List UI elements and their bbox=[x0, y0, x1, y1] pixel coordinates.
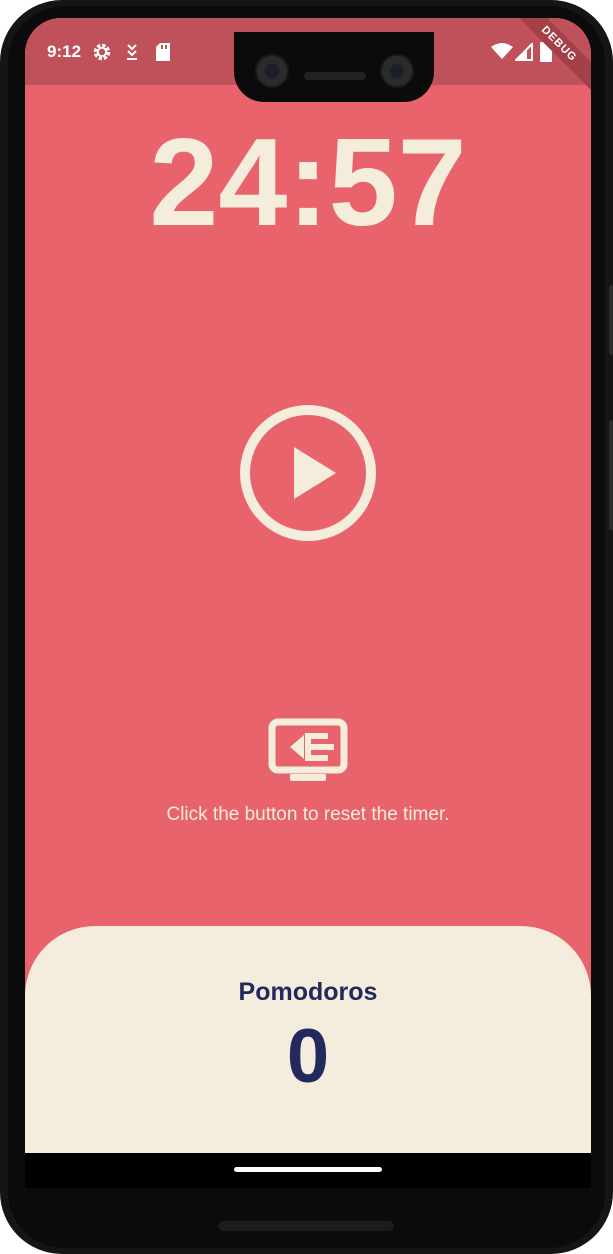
home-indicator[interactable] bbox=[234, 1167, 382, 1172]
front-camera-left bbox=[255, 54, 289, 88]
download-icon bbox=[127, 44, 137, 60]
reset-hint-text: Click the button to reset the timer. bbox=[166, 804, 450, 825]
reset-timer-button[interactable] bbox=[268, 718, 348, 784]
cellular-signal-icon bbox=[515, 43, 533, 61]
front-camera-right bbox=[380, 54, 414, 88]
pomodoros-label: Pomodoros bbox=[238, 978, 378, 1006]
power-button bbox=[609, 420, 613, 530]
sd-card-icon bbox=[156, 43, 170, 61]
reset-timer-icon bbox=[268, 718, 348, 781]
play-circle-icon bbox=[240, 405, 376, 541]
timer-display: 24:57 bbox=[149, 114, 467, 252]
status-time: 9:12 bbox=[47, 42, 82, 61]
camera-notch bbox=[234, 32, 434, 102]
navigation-bar bbox=[25, 1153, 591, 1188]
volume-button bbox=[609, 285, 613, 355]
bottom-speaker-grille bbox=[218, 1221, 394, 1231]
pomodoro-panel: Pomodoros 0 bbox=[25, 926, 591, 1188]
wifi-icon bbox=[491, 43, 513, 59]
app-screen: 9:12 DEBUG 24:57 Click the button to res… bbox=[25, 18, 591, 1188]
earpiece-speaker bbox=[304, 72, 366, 80]
settings-icon bbox=[93, 43, 111, 61]
play-button[interactable] bbox=[238, 403, 378, 543]
pomodoros-count: 0 bbox=[286, 1014, 330, 1099]
